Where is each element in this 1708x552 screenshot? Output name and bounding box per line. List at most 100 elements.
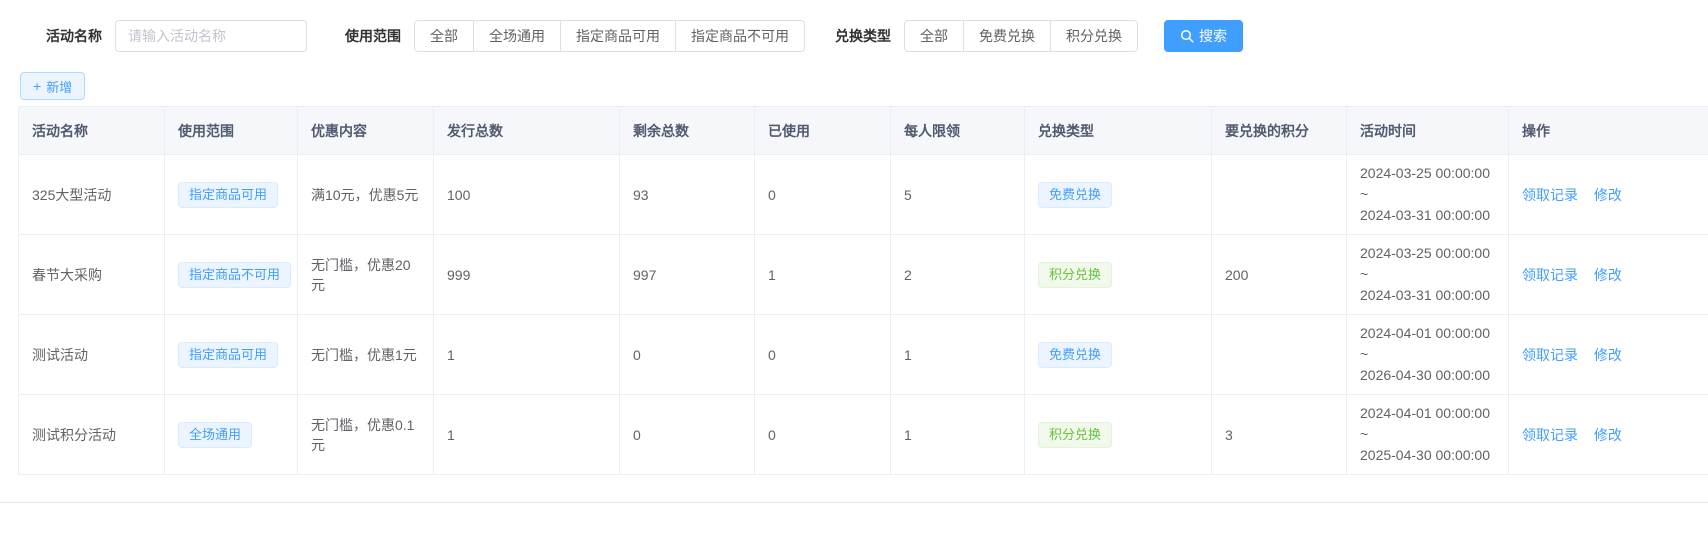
- search-button[interactable]: 搜索: [1164, 20, 1243, 52]
- activity-table: 活动名称 使用范围 优惠内容 发行总数 剩余总数 已使用 每人限领 兑换类型 要…: [18, 106, 1708, 475]
- table-row: 325大型活动 指定商品可用 满10元，优惠5元 100 93 0 5 免费兑换…: [19, 155, 1708, 235]
- cell-actions: 领取记录 修改: [1509, 395, 1708, 475]
- page-bottom-divider: [0, 502, 1708, 503]
- time-end: 2025-04-30 00:00:00: [1360, 445, 1495, 466]
- cell-exchange-type: 免费兑换: [1025, 155, 1212, 235]
- exchange-type-label: 兑换类型: [835, 26, 891, 46]
- cell-limit: 1: [891, 395, 1025, 475]
- time-end: 2026-04-30 00:00:00: [1360, 365, 1495, 386]
- cell-points: [1212, 155, 1347, 235]
- add-button[interactable]: + 新增: [20, 72, 85, 100]
- cell-total: 999: [434, 235, 620, 315]
- scope-tag: 全场通用: [178, 422, 252, 448]
- usage-scope-option-specified-usable[interactable]: 指定商品可用: [561, 20, 676, 52]
- records-link[interactable]: 领取记录: [1522, 427, 1578, 443]
- cell-limit: 1: [891, 315, 1025, 395]
- cell-points: [1212, 315, 1347, 395]
- cell-actions: 领取记录 修改: [1509, 155, 1708, 235]
- cell-activity-name: 325大型活动: [19, 155, 165, 235]
- cell-used: 0: [755, 315, 891, 395]
- edit-link[interactable]: 修改: [1594, 267, 1622, 283]
- cell-activity-name: 春节大采购: [19, 235, 165, 315]
- cell-time: 2024-04-01 00:00:00 ~ 2025-04-30 00:00:0…: [1347, 395, 1509, 475]
- edit-link[interactable]: 修改: [1594, 347, 1622, 363]
- cell-time: 2024-04-01 00:00:00 ~ 2026-04-30 00:00:0…: [1347, 315, 1509, 395]
- usage-scope-option-all[interactable]: 全部: [414, 20, 474, 52]
- cell-discount: 无门槛，优惠1元: [298, 315, 434, 395]
- exchange-type-option-free[interactable]: 免费兑换: [964, 20, 1051, 52]
- usage-scope-option-universal[interactable]: 全场通用: [474, 20, 561, 52]
- records-link[interactable]: 领取记录: [1522, 347, 1578, 363]
- cell-total: 1: [434, 395, 620, 475]
- cell-remaining: 93: [620, 155, 755, 235]
- cell-usage-scope: 指定商品可用: [165, 315, 298, 395]
- cell-usage-scope: 全场通用: [165, 395, 298, 475]
- edit-link[interactable]: 修改: [1594, 187, 1622, 203]
- cell-remaining: 0: [620, 395, 755, 475]
- cell-total: 1: [434, 315, 620, 395]
- table-header-row: 活动名称 使用范围 优惠内容 发行总数 剩余总数 已使用 每人限领 兑换类型 要…: [19, 107, 1708, 155]
- col-header-remaining: 剩余总数: [620, 107, 755, 155]
- col-header-per-person-limit: 每人限领: [891, 107, 1025, 155]
- cell-activity-name: 测试积分活动: [19, 395, 165, 475]
- time-end: 2024-03-31 00:00:00: [1360, 205, 1495, 226]
- exchange-type-option-all[interactable]: 全部: [904, 20, 964, 52]
- activity-name-label: 活动名称: [46, 26, 102, 46]
- col-header-activity-time: 活动时间: [1347, 107, 1509, 155]
- cell-points: 3: [1212, 395, 1347, 475]
- cell-actions: 领取记录 修改: [1509, 315, 1708, 395]
- exchange-tag: 积分兑换: [1038, 422, 1112, 448]
- cell-discount: 无门槛，优惠20元: [298, 235, 434, 315]
- records-link[interactable]: 领取记录: [1522, 187, 1578, 203]
- col-header-usage-scope: 使用范围: [165, 107, 298, 155]
- time-start: 2024-04-01 00:00:00: [1360, 403, 1495, 424]
- cell-activity-name: 测试活动: [19, 315, 165, 395]
- cell-used: 0: [755, 395, 891, 475]
- exchange-tag: 免费兑换: [1038, 182, 1112, 208]
- col-header-exchange-type: 兑换类型: [1025, 107, 1212, 155]
- col-header-points-required: 要兑换的积分: [1212, 107, 1347, 155]
- cell-time: 2024-03-25 00:00:00 ~ 2024-03-31 00:00:0…: [1347, 235, 1509, 315]
- toolbar: + 新增: [0, 52, 1708, 100]
- search-button-label: 搜索: [1199, 26, 1227, 46]
- col-header-used: 已使用: [755, 107, 891, 155]
- cell-usage-scope: 指定商品不可用: [165, 235, 298, 315]
- table-row: 测试积分活动 全场通用 无门槛，优惠0.1元 1 0 0 1 积分兑换 3 20…: [19, 395, 1708, 475]
- time-start: 2024-04-01 00:00:00: [1360, 323, 1495, 344]
- time-separator: ~: [1360, 264, 1495, 285]
- search-icon: [1180, 29, 1194, 43]
- time-start: 2024-03-25 00:00:00: [1360, 163, 1495, 184]
- exchange-tag: 免费兑换: [1038, 342, 1112, 368]
- usage-scope-option-specified-unusable[interactable]: 指定商品不可用: [676, 20, 805, 52]
- cell-actions: 领取记录 修改: [1509, 235, 1708, 315]
- cell-limit: 5: [891, 155, 1025, 235]
- cell-exchange-type: 积分兑换: [1025, 395, 1212, 475]
- col-header-actions: 操作: [1509, 107, 1708, 155]
- cell-limit: 2: [891, 235, 1025, 315]
- col-header-activity-name: 活动名称: [19, 107, 165, 155]
- cell-time: 2024-03-25 00:00:00 ~ 2024-03-31 00:00:0…: [1347, 155, 1509, 235]
- scope-tag: 指定商品可用: [178, 182, 278, 208]
- usage-scope-group: 全部 全场通用 指定商品可用 指定商品不可用: [414, 20, 805, 52]
- cell-discount: 满10元，优惠5元: [298, 155, 434, 235]
- table-row: 测试活动 指定商品可用 无门槛，优惠1元 1 0 0 1 免费兑换 2024-0…: [19, 315, 1708, 395]
- col-header-discount-content: 优惠内容: [298, 107, 434, 155]
- exchange-type-group: 全部 免费兑换 积分兑换: [904, 20, 1138, 52]
- records-link[interactable]: 领取记录: [1522, 267, 1578, 283]
- col-header-total-issued: 发行总数: [434, 107, 620, 155]
- time-separator: ~: [1360, 184, 1495, 205]
- cell-used: 1: [755, 235, 891, 315]
- time-separator: ~: [1360, 424, 1495, 445]
- plus-icon: +: [33, 79, 41, 93]
- exchange-type-option-points[interactable]: 积分兑换: [1051, 20, 1138, 52]
- activity-name-input[interactable]: [115, 20, 307, 52]
- cell-remaining: 997: [620, 235, 755, 315]
- cell-exchange-type: 免费兑换: [1025, 315, 1212, 395]
- edit-link[interactable]: 修改: [1594, 427, 1622, 443]
- usage-scope-label: 使用范围: [345, 26, 401, 46]
- cell-remaining: 0: [620, 315, 755, 395]
- exchange-tag: 积分兑换: [1038, 262, 1112, 288]
- filter-bar: 活动名称 使用范围 全部 全场通用 指定商品可用 指定商品不可用 兑换类型 全部…: [0, 0, 1708, 52]
- table-row: 春节大采购 指定商品不可用 无门槛，优惠20元 999 997 1 2 积分兑换…: [19, 235, 1708, 315]
- scope-tag: 指定商品可用: [178, 342, 278, 368]
